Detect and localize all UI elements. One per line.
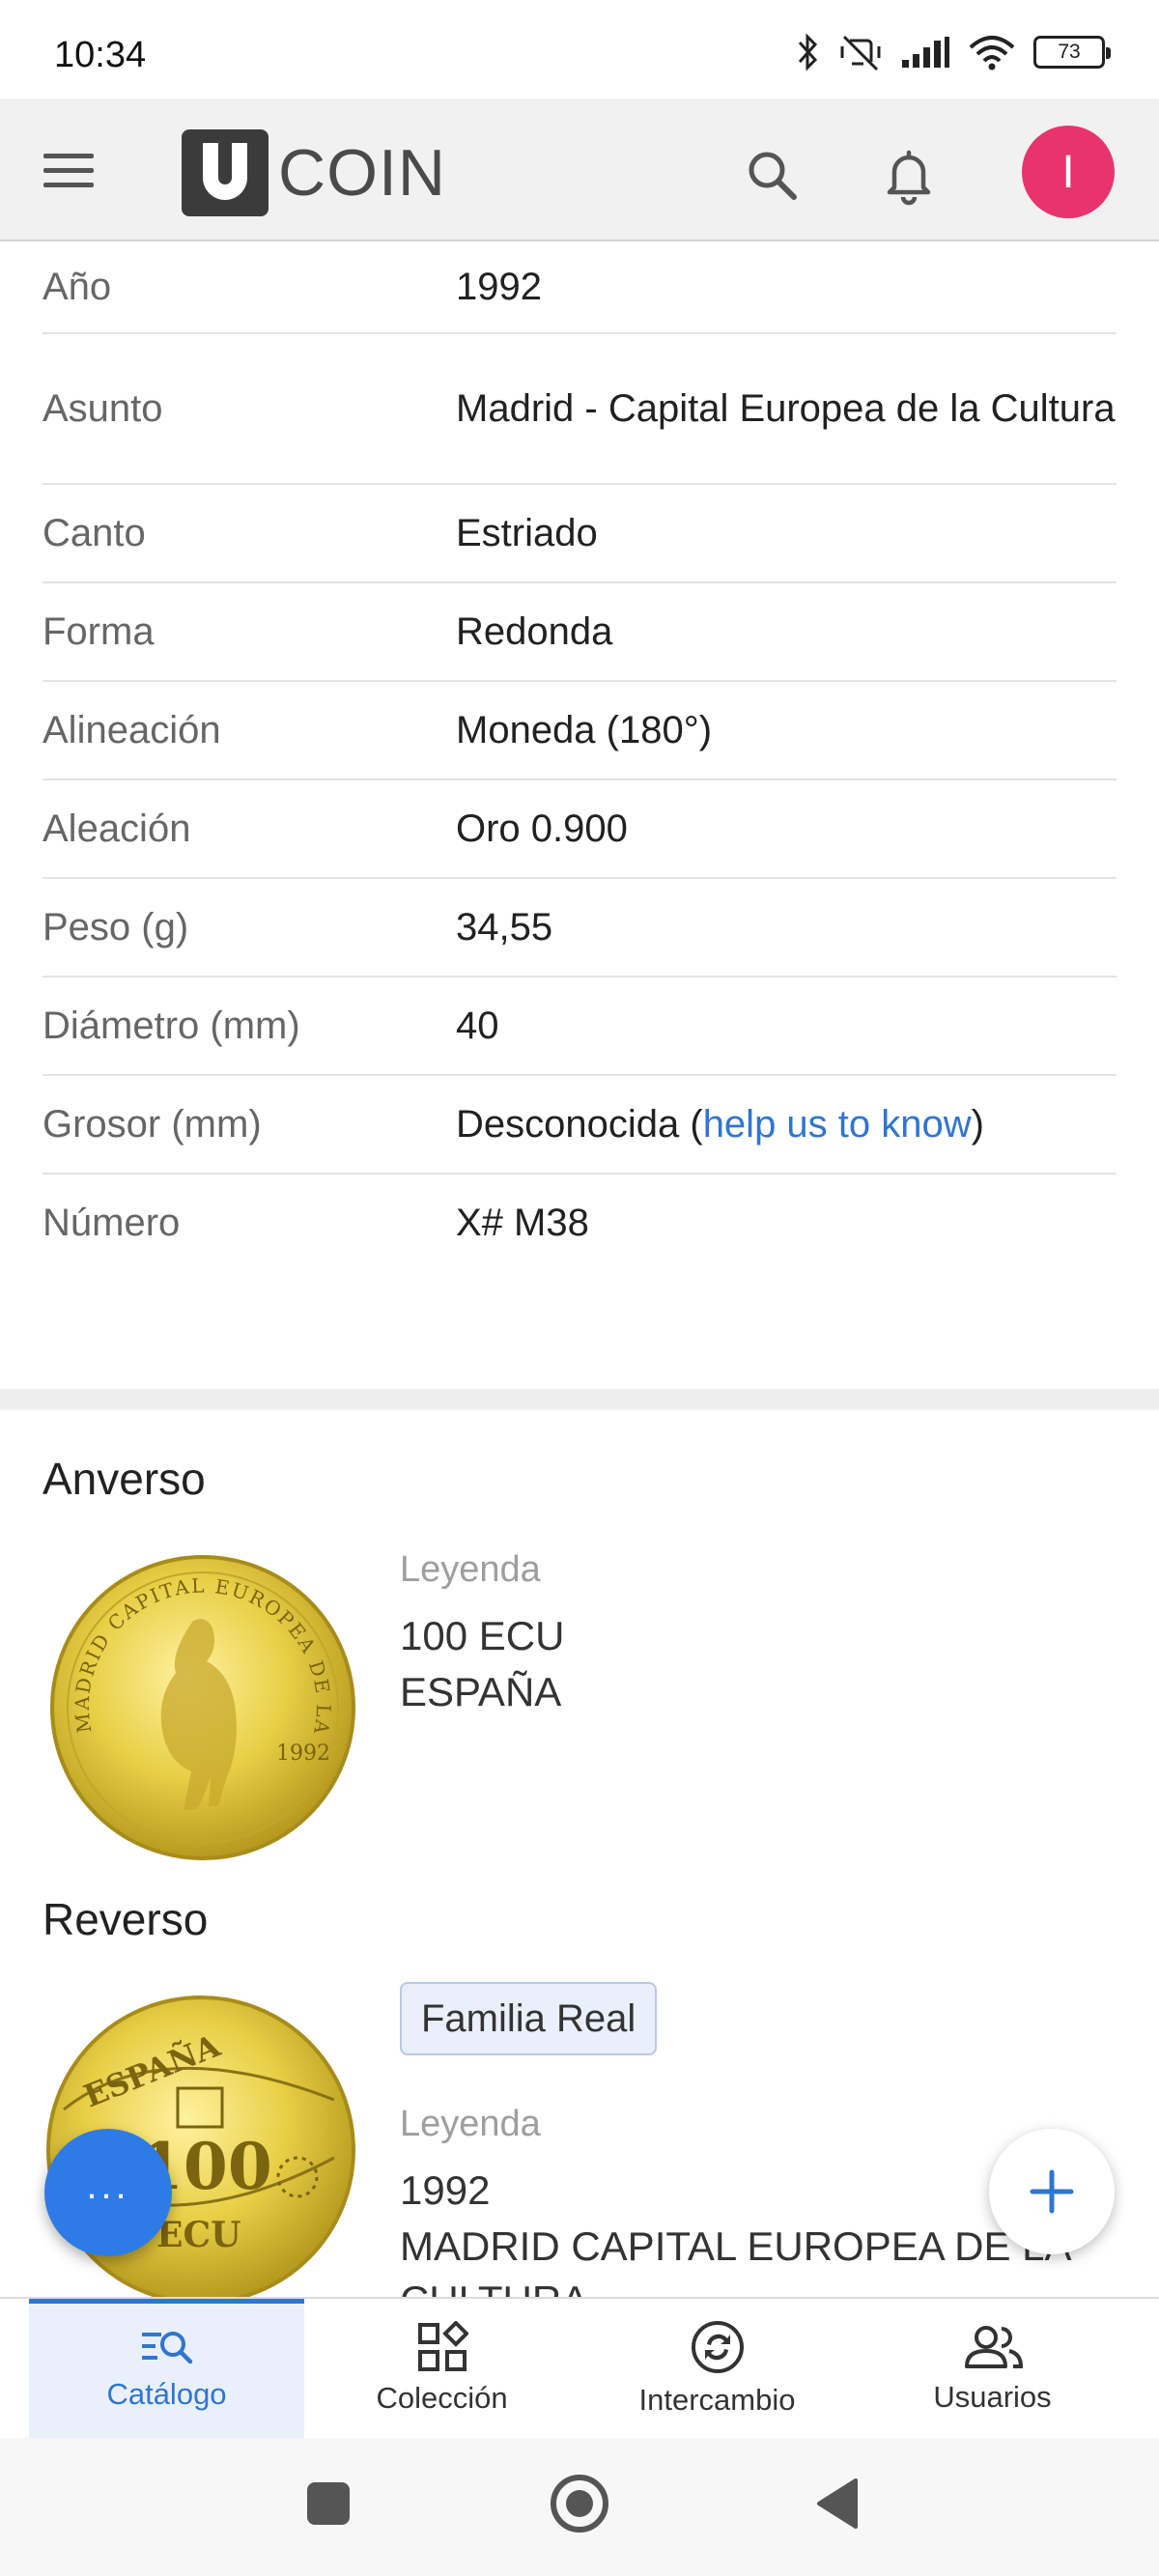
spec-value: Desconocida (help us to know) [456,1099,1117,1149]
spec-label: Año [42,266,112,308]
add-coin-fab[interactable] [989,2129,1115,2254]
spec-value: X# M38 [456,1202,589,1244]
vibrate-off-icon [840,35,881,71]
app-bar: COIN I [0,99,1159,241]
reverse-unit: ECU [156,2215,241,2255]
more-actions-fab[interactable]: ... [44,2129,172,2256]
spec-row-shape: Forma Redonda [42,583,1117,682]
battery-icon: 73 [1033,36,1111,69]
status-icons: 73 [796,33,1111,71]
spec-row-diameter: Diámetro (mm) 40 [42,977,1117,1076]
spec-value-text: Desconocida ( [456,1103,703,1146]
battery-level: 73 [1058,41,1081,63]
obverse-title: Anverso [42,1454,206,1504]
exchange-icon [691,2321,744,2373]
spec-row-edge: Canto Estriado [42,485,1117,583]
home-button[interactable] [551,2475,608,2533]
spec-row-year: Año 1992 [42,241,1117,334]
reverse-legend-line: CULTURA [400,2272,588,2297]
spec-row-alignment: Alineación Moneda (180°) [42,682,1117,780]
search-button[interactable] [738,141,806,209]
more-dots-icon: ... [86,2164,130,2207]
coin-specs-table: Año 1992 Asunto Madrid - Capital Europea… [42,241,1117,1271]
obverse-year: 1992 [276,1741,330,1766]
logo-mark [182,129,269,216]
spec-row-thickness: Grosor (mm) Desconocida (help us to know… [42,1076,1117,1175]
bottom-navigation: Catálogo Colección Intercambio Usuarios [0,2297,1159,2438]
bell-icon [887,150,931,206]
spec-row-weight: Peso (g) 34,55 [42,879,1117,977]
spec-value: 1992 [456,266,542,308]
spec-value-suffix: ) [971,1103,984,1146]
spec-label: Peso (g) [42,906,189,948]
spec-value: Redonda [456,610,613,653]
nav-label: Usuarios [933,2380,1052,2414]
recents-button[interactable] [307,2482,350,2525]
reverse-legend-line: MADRID CAPITAL EUROPEA DE LA [400,2223,1072,2269]
reverse-legend-line: 1992 [400,2167,491,2213]
system-navigation-bar [0,2438,1159,2576]
spec-label: Forma [42,610,155,653]
nav-label: Catálogo [106,2377,227,2411]
help-us-to-know-link[interactable]: help us to know [703,1103,972,1146]
theme-tag[interactable]: Familia Real [400,1982,658,2055]
nav-label: Colección [376,2381,508,2415]
users-icon [964,2326,1023,2368]
nav-label: Intercambio [638,2383,796,2417]
plus-icon [1030,2169,1074,2214]
reverse-title: Reverso [42,1894,209,1944]
obverse-coin-image[interactable]: MADRID CAPITAL EUROPEA DE LA CULTURA 199… [40,1535,357,1862]
section-divider [0,1389,1159,1410]
spec-label: Asunto [42,387,163,430]
nav-item-users[interactable]: Usuarios [855,2299,1130,2438]
spec-row-subject: Asunto Madrid - Capital Europea de la Cu… [42,334,1117,485]
wifi-icon [969,36,1015,71]
spec-value: Estriado [456,512,598,554]
spec-label: Diámetro (mm) [42,1005,300,1047]
obverse-legend-label: Leyenda [400,1549,541,1590]
spec-label: Aleación [42,807,191,850]
obverse-legend-line: 100 ECU [400,1613,565,1658]
spec-value: 40 [456,1005,499,1047]
user-avatar[interactable]: I [1022,126,1115,218]
menu-icon-line [43,167,94,173]
bluetooth-icon [798,33,818,71]
nav-item-catalog[interactable]: Catálogo [29,2299,304,2438]
ucoin-logo[interactable]: COIN [182,129,446,216]
reverse-legend-label: Leyenda [400,2104,541,2144]
spec-label: Canto [42,512,146,554]
search-icon [749,152,797,200]
spec-row-number: Número X# M38 [42,1175,1117,1271]
catalog-search-icon [141,2332,192,2364]
status-bar: 10:34 73 [0,0,1159,99]
logo-letter-icon [203,143,247,200]
menu-icon-line [43,182,94,187]
menu-button[interactable] [35,141,102,199]
status-time: 10:34 [54,35,147,75]
notifications-button[interactable] [875,141,943,209]
spec-row-alloy: Aleación Oro 0.900 [42,780,1117,879]
spec-label: Alineación [42,709,221,751]
obverse-coin-icon: MADRID CAPITAL EUROPEA DE LA CULTURA 199… [40,1535,355,1860]
menu-icon-line [43,153,94,158]
spec-value: 34,55 [456,906,553,948]
collection-grid-icon [417,2321,468,2371]
spec-label: Grosor (mm) [42,1103,262,1146]
signal-icon [902,37,949,68]
logo-text: COIN [278,136,446,210]
obverse-legend-line: ESPAÑA [400,1669,562,1714]
spec-label: Número [42,1202,181,1244]
nav-item-collection[interactable]: Colección [304,2299,580,2438]
back-icon[interactable] [813,2477,862,2531]
spec-value: Oro 0.900 [456,807,628,850]
spec-value: Moneda (180°) [456,709,713,751]
spec-value: Madrid - Capital Europea de la Cultura [456,387,1116,430]
nav-item-exchange[interactable]: Intercambio [580,2299,855,2438]
